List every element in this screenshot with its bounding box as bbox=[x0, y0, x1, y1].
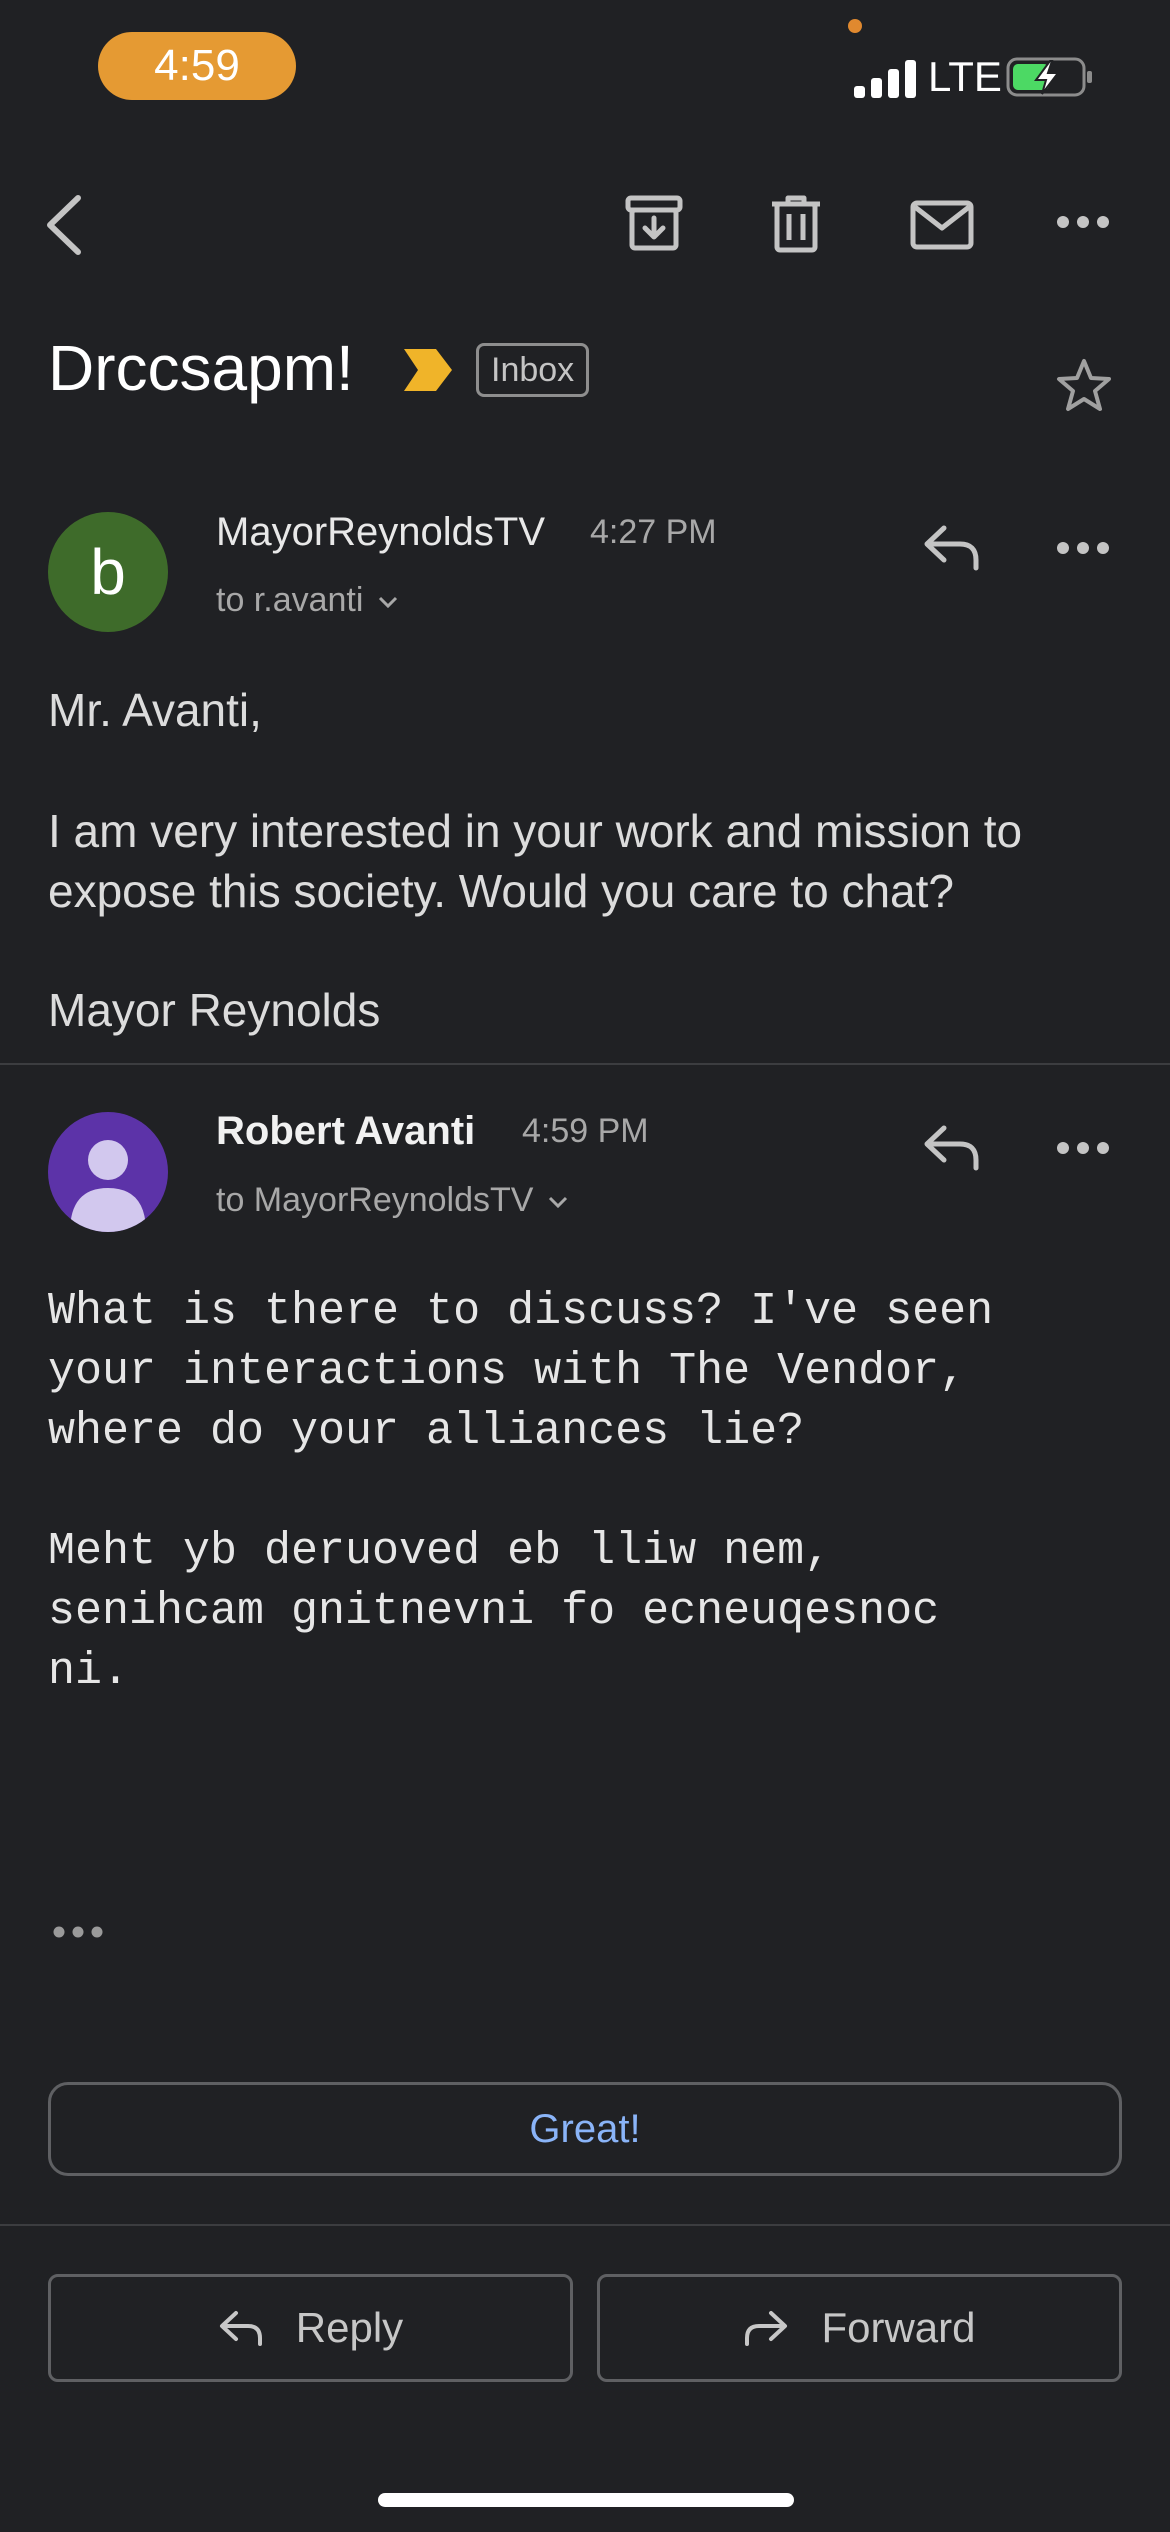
battery-charging-icon bbox=[1006, 57, 1092, 97]
more-options-button[interactable] bbox=[1056, 214, 1110, 230]
delete-button[interactable] bbox=[768, 194, 824, 254]
reply-label: Reply bbox=[295, 2304, 404, 2351]
mail-icon bbox=[910, 200, 974, 250]
message-time: 4:27 PM bbox=[590, 513, 717, 551]
message-greeting: Mr. Avanti, bbox=[48, 684, 262, 736]
message-time: 4:59 PM bbox=[522, 1112, 649, 1150]
star-icon[interactable] bbox=[1054, 356, 1114, 416]
recipient-details[interactable]: to MayorReynoldsTV bbox=[216, 1178, 569, 1222]
more-horizontal-icon bbox=[1057, 542, 1109, 554]
avatar[interactable]: b bbox=[48, 512, 168, 632]
forward-label: Forward bbox=[821, 2304, 976, 2351]
reply-action-button[interactable]: Reply bbox=[48, 2274, 573, 2382]
show-trimmed-content-button[interactable] bbox=[52, 1924, 104, 1945]
sender-name: Robert Avanti bbox=[216, 1109, 476, 1153]
archive-icon bbox=[625, 195, 683, 251]
sender-name: MayorReynoldsTV bbox=[216, 510, 546, 554]
recipient-text: to r.avanti bbox=[216, 581, 364, 619]
more-horizontal-icon bbox=[1057, 1142, 1109, 1154]
footer-divider bbox=[0, 2224, 1170, 2226]
ellipsis-icon bbox=[53, 1926, 103, 1938]
avatar[interactable] bbox=[48, 1112, 168, 1232]
message-body-cipher: Meht yb deruoved eb lliw nem, senihcam g… bbox=[48, 1526, 940, 1697]
back-arrow-icon bbox=[47, 195, 81, 255]
message-body: I am very interested in your work and mi… bbox=[48, 805, 1035, 917]
archive-button[interactable] bbox=[624, 194, 684, 254]
message-signature: Mayor Reynolds bbox=[48, 984, 381, 1036]
reply-icon bbox=[924, 1125, 979, 1171]
reply-icon bbox=[219, 2311, 262, 2346]
trash-icon bbox=[772, 195, 820, 253]
cellular-signal-icon bbox=[854, 56, 916, 98]
reply-button[interactable] bbox=[922, 522, 982, 577]
more-horizontal-icon bbox=[1057, 216, 1109, 228]
importance-marker-icon[interactable] bbox=[402, 347, 454, 393]
email-subject: Drccsapm! bbox=[48, 332, 354, 404]
message-more-button[interactable] bbox=[1056, 540, 1110, 561]
forward-icon bbox=[745, 2311, 788, 2346]
message-divider bbox=[0, 1063, 1170, 1065]
network-type: LTE bbox=[928, 53, 1002, 100]
message-more-button[interactable] bbox=[1056, 1140, 1110, 1161]
chevron-down-icon bbox=[549, 1196, 568, 1209]
reply-icon bbox=[924, 525, 979, 571]
recipient-details[interactable]: to r.avanti bbox=[216, 578, 399, 622]
person-avatar-icon bbox=[70, 1140, 146, 1232]
recipient-text: to MayorReynoldsTV bbox=[216, 1181, 534, 1219]
reply-button[interactable] bbox=[922, 1122, 982, 1177]
message-body: What is there to discuss? I've seen your… bbox=[48, 1286, 994, 1457]
inbox-label[interactable]: Inbox bbox=[476, 343, 590, 397]
mark-unread-button[interactable] bbox=[910, 200, 974, 250]
status-time: 4:59 bbox=[98, 32, 296, 100]
forward-action-button[interactable]: Forward bbox=[597, 2274, 1122, 2382]
smart-reply-chip[interactable]: Great! bbox=[48, 2082, 1122, 2176]
home-indicator[interactable] bbox=[378, 2493, 794, 2507]
chevron-down-icon bbox=[379, 596, 398, 609]
privacy-indicator-dot bbox=[848, 19, 862, 33]
back-button[interactable] bbox=[40, 190, 90, 260]
